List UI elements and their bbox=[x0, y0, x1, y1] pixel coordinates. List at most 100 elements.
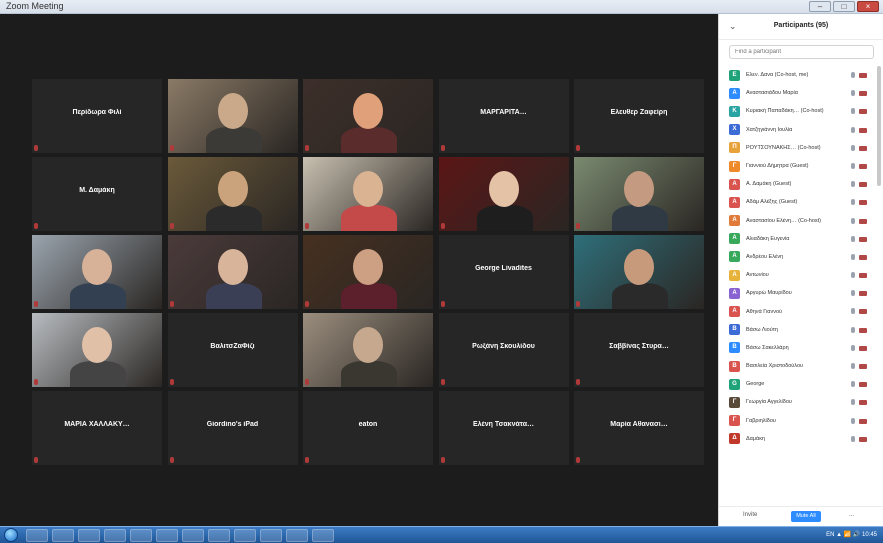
mic-icon[interactable] bbox=[851, 90, 855, 97]
invite-button[interactable]: Invite bbox=[743, 512, 757, 518]
participant-row[interactable]: Α Αντωνίου bbox=[719, 266, 877, 284]
participant-search-input[interactable] bbox=[729, 45, 874, 59]
participant-row[interactable]: Δ Δαμάκη bbox=[719, 430, 877, 448]
video-tile[interactable] bbox=[303, 235, 433, 309]
video-tile[interactable] bbox=[303, 79, 433, 153]
participant-row[interactable]: Β Βάσω Λιούτη bbox=[719, 321, 877, 339]
taskbar-paint-icon[interactable] bbox=[156, 529, 178, 542]
participant-row[interactable]: Χ Χατζηγιάννη Ιουλία bbox=[719, 121, 877, 139]
participant-row[interactable]: Γ Γαβριηλίδου bbox=[719, 412, 877, 430]
camera-off-icon[interactable] bbox=[859, 418, 867, 424]
camera-off-icon[interactable] bbox=[859, 127, 867, 133]
taskbar-powerpoint-icon[interactable] bbox=[312, 529, 334, 542]
camera-off-icon[interactable] bbox=[859, 400, 867, 406]
mic-icon[interactable] bbox=[851, 199, 855, 206]
participant-row[interactable]: Β Βασιλεία Χριστοδούλου bbox=[719, 357, 877, 375]
camera-off-icon[interactable] bbox=[859, 200, 867, 206]
camera-off-icon[interactable] bbox=[859, 382, 867, 388]
video-tile[interactable] bbox=[574, 235, 704, 309]
mic-icon[interactable] bbox=[851, 290, 855, 297]
camera-off-icon[interactable] bbox=[859, 327, 867, 333]
mic-icon[interactable] bbox=[851, 417, 855, 424]
participant-row[interactable]: Α Α. Δαμάκη (Guest) bbox=[719, 175, 877, 193]
mic-icon[interactable] bbox=[851, 363, 855, 369]
camera-off-icon[interactable] bbox=[859, 182, 867, 188]
video-tile[interactable] bbox=[32, 235, 162, 309]
camera-off-icon[interactable] bbox=[859, 364, 867, 369]
video-tile[interactable] bbox=[167, 157, 298, 231]
participant-row[interactable]: Ε Ελεν. Δανα (Co-host, me) bbox=[719, 66, 877, 84]
taskbar-zoom-icon[interactable] bbox=[234, 529, 256, 542]
close-button[interactable]: × bbox=[857, 1, 879, 12]
mic-icon[interactable] bbox=[851, 308, 855, 315]
camera-off-icon[interactable] bbox=[859, 309, 867, 315]
video-tile[interactable] bbox=[32, 313, 162, 387]
video-tile[interactable]: ΜΑΡΙΑ ΧΑΛΛΑΚΥ… bbox=[32, 391, 162, 465]
video-tile[interactable]: Μ. Δαμάκη bbox=[32, 157, 162, 231]
minimize-button[interactable]: – bbox=[809, 1, 831, 12]
camera-off-icon[interactable] bbox=[859, 345, 867, 351]
mic-icon[interactable] bbox=[851, 253, 855, 260]
mic-icon[interactable] bbox=[851, 235, 855, 242]
taskbar-app-icon[interactable] bbox=[208, 529, 230, 542]
camera-off-icon[interactable] bbox=[859, 254, 867, 260]
camera-off-icon[interactable] bbox=[859, 273, 867, 279]
participant-row[interactable]: Α Αναστασίου Ελένη… (Co-host) bbox=[719, 212, 877, 230]
participant-row[interactable]: Γ Γεωργία Αγγελίδου bbox=[719, 393, 877, 411]
taskbar-zoom-meeting-icon[interactable] bbox=[286, 529, 308, 542]
participant-row[interactable]: Α Αδάμ Αλέξης (Guest) bbox=[719, 193, 877, 211]
start-button[interactable] bbox=[4, 528, 18, 542]
taskbar-excel-icon[interactable] bbox=[182, 529, 204, 542]
mic-icon[interactable] bbox=[851, 435, 855, 442]
camera-off-icon[interactable] bbox=[859, 436, 867, 442]
video-tile[interactable] bbox=[167, 79, 298, 153]
video-tile[interactable]: Μαρία Αθανασι… bbox=[574, 391, 704, 465]
camera-off-icon[interactable] bbox=[859, 145, 867, 151]
mic-icon[interactable] bbox=[851, 72, 855, 78]
video-tile[interactable]: Περίδωρα Φιλί bbox=[32, 79, 162, 153]
participant-row[interactable]: G George bbox=[719, 375, 877, 393]
video-tile[interactable]: Ελευθερ Ζαφείρη bbox=[574, 79, 704, 153]
more-button[interactable]: ... bbox=[849, 512, 854, 518]
taskbar-chrome-icon[interactable] bbox=[130, 529, 152, 542]
mic-icon[interactable] bbox=[851, 162, 855, 169]
camera-off-icon[interactable] bbox=[859, 291, 867, 297]
camera-off-icon[interactable] bbox=[859, 109, 867, 115]
mic-icon[interactable] bbox=[851, 326, 855, 333]
mic-icon[interactable] bbox=[851, 272, 855, 279]
camera-off-icon[interactable] bbox=[859, 236, 867, 242]
video-tile[interactable]: Ελένη Τσακνάτα… bbox=[438, 391, 569, 465]
taskbar-explorer-icon[interactable] bbox=[26, 529, 48, 542]
video-tile[interactable] bbox=[303, 157, 433, 231]
mic-icon[interactable] bbox=[851, 181, 855, 188]
video-tile[interactable]: Ρωξάνη Σκουλίδου bbox=[438, 313, 569, 387]
video-tile[interactable] bbox=[438, 157, 569, 231]
mic-icon[interactable] bbox=[851, 381, 855, 388]
mic-icon[interactable] bbox=[851, 344, 855, 351]
maximize-button[interactable]: □ bbox=[833, 1, 855, 12]
camera-off-icon[interactable] bbox=[859, 91, 867, 97]
participant-row[interactable]: Α Ανδρέου Ελένη bbox=[719, 248, 877, 266]
camera-off-icon[interactable] bbox=[859, 163, 867, 169]
participant-row[interactable]: Α Αναστασιάδου Μαρία bbox=[719, 84, 877, 102]
mute-all-button[interactable]: Mute All bbox=[791, 511, 821, 522]
video-tile[interactable]: ΒαλιτσΖαΦίζι bbox=[167, 313, 298, 387]
camera-off-icon[interactable] bbox=[859, 73, 867, 78]
taskbar-folder-icon[interactable] bbox=[52, 529, 74, 542]
video-tile[interactable] bbox=[167, 235, 298, 309]
participant-row[interactable]: Κ Κυριακή Παπαδάκη… (Co-host) bbox=[719, 102, 877, 120]
participant-row[interactable]: Α Αθηνά Γιαννού bbox=[719, 302, 877, 320]
video-tile[interactable]: ΜΑΡΓΑΡΙΤΑ… bbox=[438, 79, 569, 153]
mic-icon[interactable] bbox=[851, 144, 855, 151]
camera-off-icon[interactable] bbox=[859, 218, 867, 224]
video-tile[interactable]: Σαββίνας Στυρα… bbox=[574, 313, 704, 387]
participants-scrollbar[interactable] bbox=[877, 66, 881, 186]
video-tile[interactable]: eaton bbox=[303, 391, 433, 465]
video-tile[interactable]: Giordino's iPad bbox=[167, 391, 298, 465]
taskbar-media-icon[interactable] bbox=[104, 529, 126, 542]
video-tile[interactable] bbox=[303, 313, 433, 387]
participant-row[interactable]: Β Βάσω Σακελλάρη bbox=[719, 339, 877, 357]
participant-row[interactable]: Α Αργυρώ Μαυρίδου bbox=[719, 284, 877, 302]
video-tile[interactable]: George Livadites bbox=[438, 235, 569, 309]
participant-row[interactable]: Α Αλιαδάκη Ευγενία bbox=[719, 230, 877, 248]
